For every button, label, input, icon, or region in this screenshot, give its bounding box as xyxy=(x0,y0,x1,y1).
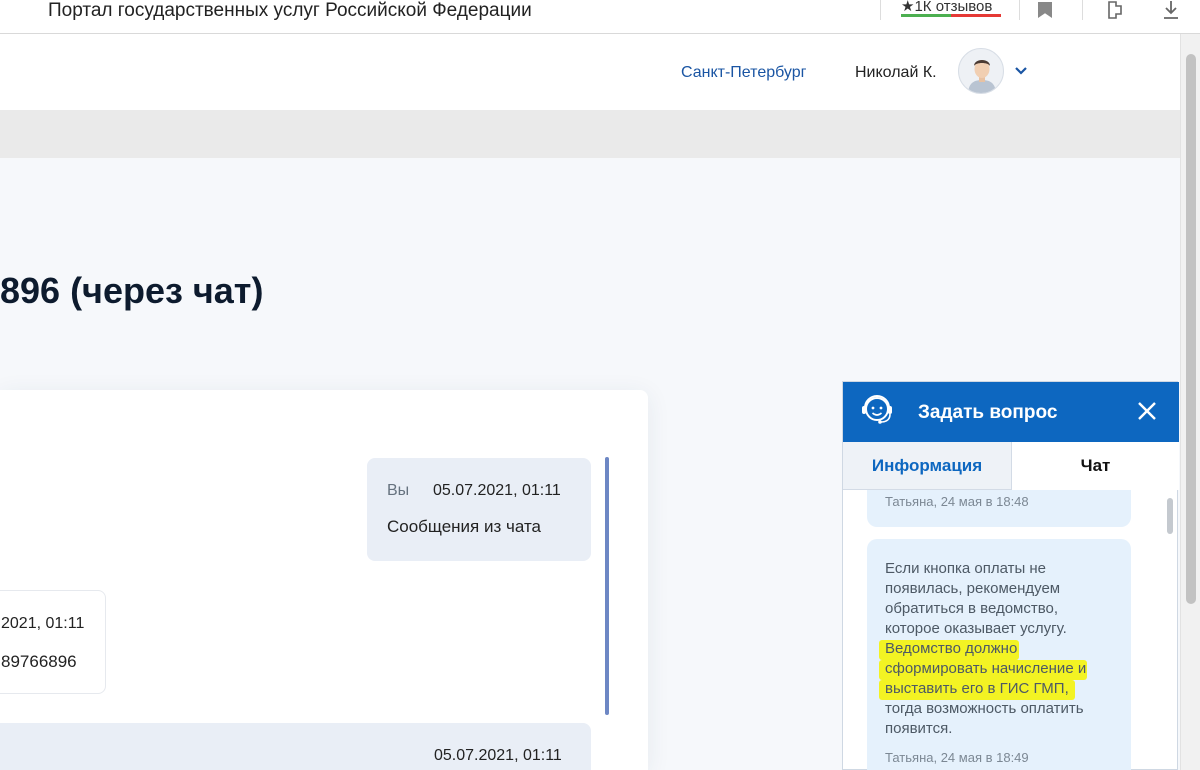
message-line: сформировать начисление и xyxy=(885,660,1087,677)
chat-history-card: Вы 05.07.2021, 01:11 Сообщения из чата 2… xyxy=(0,390,648,770)
close-icon[interactable] xyxy=(1135,399,1159,423)
browser-toolbar: Портал государственных услуг Российской … xyxy=(0,0,1200,34)
message-time: 05.07.2021, 01:11 xyxy=(434,747,562,764)
chat-message-outgoing: Вы 05.07.2021, 01:11 Сообщения из чата xyxy=(367,458,591,561)
message-line: Если кнопка оплаты не xyxy=(885,560,1047,577)
bookmark-icon[interactable] xyxy=(1038,2,1052,18)
download-icon[interactable] xyxy=(1162,0,1180,20)
chevron-down-icon[interactable] xyxy=(1014,64,1028,78)
city-link[interactable]: Санкт-Петербург xyxy=(681,64,806,82)
rating-underline xyxy=(901,14,1001,17)
support-headset-icon xyxy=(862,395,892,424)
user-avatar-icon xyxy=(968,60,996,93)
chat-message-outgoing: 05.07.2021, 01:11 xyxy=(0,723,591,770)
tab-information[interactable]: Информация xyxy=(843,442,1012,490)
nav-band xyxy=(0,110,1180,158)
operator-message: Если кнопка оплаты не появилась, рекомен… xyxy=(867,539,1131,770)
message-time: 2021, 01:11 xyxy=(1,615,85,632)
ask-question-widget: Задать вопрос Информация Чат Татьяна, 24… xyxy=(842,381,1179,770)
browser-page-title: Портал государственных услуг Российской … xyxy=(48,0,532,21)
page-title: 896 (через чат) xyxy=(0,270,264,311)
message-text: Сообщения из чата xyxy=(387,517,541,536)
widget-header: Задать вопрос xyxy=(843,382,1179,442)
tab-chat[interactable]: Чат xyxy=(1012,442,1179,490)
extensions-icon[interactable] xyxy=(1106,0,1128,20)
avatar[interactable] xyxy=(958,48,1004,94)
message-line: появится. xyxy=(885,720,953,737)
message-meta: Татьяна, 24 мая в 18:48 xyxy=(885,494,1029,509)
widget-scrollbar[interactable] xyxy=(1166,494,1174,770)
page-scrollbar[interactable] xyxy=(1180,34,1200,770)
rating-label: ★1К отзывов xyxy=(901,0,993,15)
message-meta: Татьяна, 24 мая в 18:49 xyxy=(885,750,1029,765)
page-scroll-thumb[interactable] xyxy=(1186,54,1196,604)
message-line: появилась, рекомендуем xyxy=(885,580,1061,597)
message-line: Ведомство должно xyxy=(885,640,1018,657)
message-line: выставить его в ГИС ГМП, xyxy=(885,680,1069,697)
message-time: 05.07.2021, 01:11 xyxy=(433,482,561,499)
chat-message-incoming: 2021, 01:11 89766896 xyxy=(0,590,106,694)
widget-title: Задать вопрос xyxy=(918,402,1058,423)
site-header: Санкт-Петербург Николай К. xyxy=(0,34,1180,110)
message-line: обратиться в ведомство, xyxy=(885,600,1059,617)
rating-badge[interactable]: ★1К отзывов xyxy=(880,0,1020,20)
message-sender: Вы xyxy=(387,482,410,499)
user-name[interactable]: Николай К. xyxy=(855,64,937,82)
operator-message: Татьяна, 24 мая в 18:48 xyxy=(867,490,1131,527)
message-line: которое оказывает услугу. xyxy=(885,620,1067,637)
message-line: тогда возможность оплатить xyxy=(885,700,1084,717)
chat-scrollbar[interactable] xyxy=(605,457,609,715)
toolbar-divider xyxy=(1082,0,1083,20)
message-text: 89766896 xyxy=(1,652,77,671)
widget-scroll-thumb[interactable] xyxy=(1167,498,1173,534)
